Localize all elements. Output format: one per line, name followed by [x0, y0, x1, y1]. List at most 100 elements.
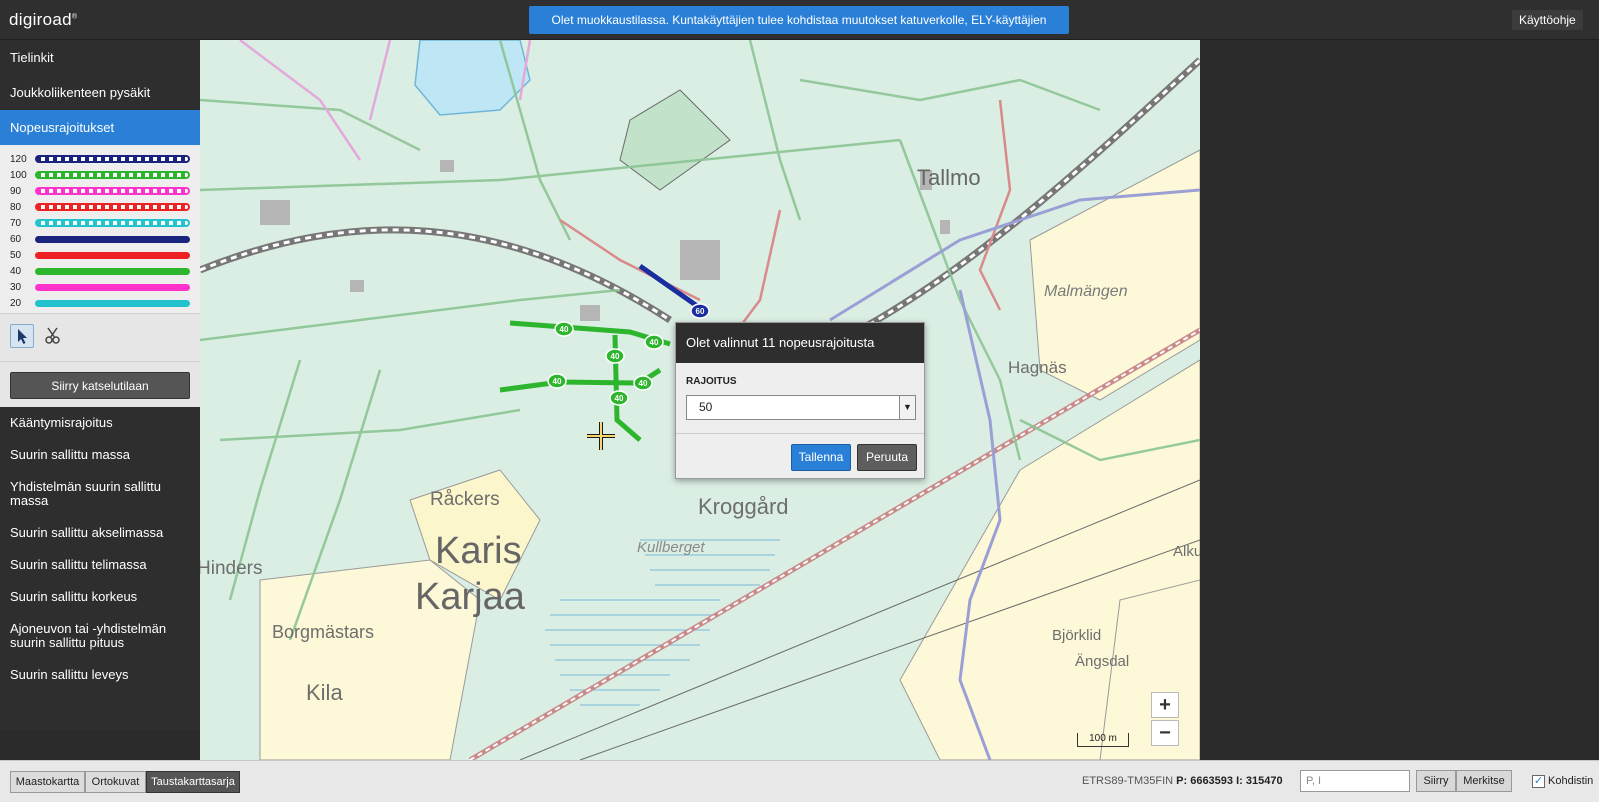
speed-sign-label: 40	[560, 325, 569, 334]
legend-row-90: 90	[10, 183, 190, 199]
legend-label: 20	[10, 297, 22, 309]
sidebar-item-max-axle-mass[interactable]: Suurin sallittu akselimassa	[0, 517, 200, 549]
sidebar-item-speed-limits[interactable]: Nopeusrajoitukset	[0, 110, 200, 145]
crosshair-label: Kohdistin	[1548, 775, 1594, 787]
legend-row-20: 20	[10, 295, 190, 311]
legend-row-120: 120	[10, 151, 190, 167]
place-label-hinders: Hinders	[200, 558, 263, 579]
speed-limit-select[interactable]: 50 ▼	[686, 395, 916, 420]
legend-color-bar	[35, 219, 190, 227]
speed-sign-marker[interactable]: 40	[644, 334, 664, 350]
right-panel-blank	[1200, 40, 1599, 760]
chevron-down-icon[interactable]: ▼	[899, 396, 915, 419]
i-coordinate-label: I:	[1236, 775, 1243, 787]
speed-limit-dialog: Olet valinnut 11 nopeusrajoitusta RAJOIT…	[675, 322, 925, 479]
save-button[interactable]: Tallenna	[791, 444, 851, 471]
sidebar-item-max-length[interactable]: Ajoneuvon tai -yhdistelmän suurin sallit…	[0, 613, 200, 659]
speed-sign-label: 40	[611, 352, 620, 361]
p-coordinate-value: 6663593	[1190, 775, 1234, 787]
speed-sign-marker[interactable]: 40	[547, 373, 567, 389]
place-label-hagnas: Hagnäs	[1008, 358, 1067, 377]
dialog-divider	[676, 433, 924, 434]
speed-sign-marker[interactable]: 40	[554, 321, 574, 337]
layer-orthophoto-button[interactable]: Ortokuvat	[85, 771, 146, 793]
crosshair-checkbox[interactable]: ✓	[1532, 775, 1545, 788]
legend-color-bar	[35, 299, 190, 307]
sidebar: Tielinkit Joukkoliikenteen pysäkit Nopeu…	[0, 40, 200, 730]
place-label-karjaa: Karjaa	[415, 576, 525, 618]
legend-color-bar	[35, 251, 190, 259]
speed-sign-label: 60	[696, 307, 705, 316]
legend-color-bar	[35, 171, 190, 179]
sidebar-item-turning-restriction[interactable]: Kääntymisrajoitus	[0, 407, 200, 439]
edit-tools	[0, 313, 200, 361]
scissors-icon	[45, 327, 60, 344]
legend-color-bar	[35, 155, 190, 163]
place-label-bjorklid: Björklid	[1052, 627, 1102, 644]
coordinate-readout: ETRS89-TM35FIN P: 6663593 I: 315470	[1082, 775, 1283, 787]
legend-row-80: 80	[10, 199, 190, 215]
sidebar-item-bus-stops[interactable]: Joukkoliikenteen pysäkit	[0, 75, 200, 110]
p-coordinate-label: P:	[1176, 775, 1188, 787]
place-label-malmangen: Malmängen	[1044, 283, 1128, 300]
sidebar-item-max-combination-mass[interactable]: Yhdistelmän suurin sallittu massa	[0, 471, 200, 517]
sidebar-item-max-mass[interactable]: Suurin sallittu massa	[0, 439, 200, 471]
legend-color-bar	[35, 267, 190, 275]
cut-tool-button[interactable]	[42, 324, 66, 348]
place-label-borgmastars: Borgmästars	[272, 622, 375, 642]
legend-label: 90	[10, 185, 22, 197]
speed-limit-label: RAJOITUS	[686, 376, 737, 387]
sidebar-item-max-height[interactable]: Suurin sallittu korkeus	[0, 581, 200, 613]
sidebar-item-max-bogie-mass[interactable]: Suurin sallittu telimassa	[0, 549, 200, 581]
legend-color-bar	[35, 203, 190, 211]
zoom-out-button[interactable]: −	[1151, 720, 1179, 746]
place-label-kullberget: Kullberget	[637, 539, 705, 556]
speed-sign-label: 40	[650, 338, 659, 347]
speed-sign-marker[interactable]: 40	[609, 390, 629, 406]
coordinate-input[interactable]: P, I	[1300, 770, 1410, 792]
scale-bar: 100 m	[1077, 733, 1129, 747]
place-label-rackers: Råckers	[430, 489, 500, 510]
sidebar-item-max-width[interactable]: Suurin sallittu leveys	[0, 659, 200, 691]
zoom-in-button[interactable]: +	[1151, 692, 1179, 718]
speed-limit-legend: 120 100 90 80 70 60 50 40 30 20	[0, 145, 200, 313]
place-label-tallmo: Tallmo	[917, 165, 981, 190]
sidebar-item-road-links[interactable]: Tielinkit	[0, 40, 200, 75]
edit-mode-notice: Olet muokkaustilassa. Kuntakäyttäjien tu…	[529, 6, 1069, 55]
select-tool-button[interactable]	[10, 324, 34, 348]
mark-coordinate-button[interactable]: Merkitse	[1456, 770, 1512, 792]
sidebar-top-nav: Tielinkit Joukkoliikenteen pysäkit Nopeu…	[0, 40, 200, 145]
legend-label: 80	[10, 201, 22, 213]
legend-row-70: 70	[10, 215, 190, 231]
legend-label: 60	[10, 233, 22, 245]
legend-label: 70	[10, 217, 22, 229]
speed-limit-value: 50	[699, 400, 713, 414]
speed-sign-label: 40	[615, 394, 624, 403]
bottom-bar: Maastokartta Ortokuvat Taustakarttasarja…	[0, 760, 1599, 802]
speed-sign-marker[interactable]: 40	[633, 375, 653, 391]
digiroad-logo[interactable]: digiroad®	[9, 10, 77, 30]
place-label-alku: Alku	[1173, 543, 1200, 560]
legend-label: 30	[10, 281, 22, 293]
place-label-angsdal: Ängsdal	[1075, 653, 1130, 670]
layer-terrain-map-button[interactable]: Maastokartta	[10, 771, 85, 793]
speed-sign-label: 40	[553, 377, 562, 386]
speed-sign-marker[interactable]: 40	[605, 348, 625, 364]
help-button[interactable]: Käyttöohje	[1512, 10, 1583, 30]
crosshair-icon	[587, 422, 615, 450]
place-label-karis: Karis	[435, 530, 522, 572]
layer-background-map-button[interactable]: Taustakarttasarja	[146, 771, 240, 793]
go-to-coordinate-button[interactable]: Siirry	[1416, 770, 1456, 792]
legend-row-100: 100	[10, 167, 190, 183]
coordinate-system: ETRS89-TM35FIN	[1082, 775, 1174, 787]
legend-row-30: 30	[10, 279, 190, 295]
pointer-icon	[18, 329, 27, 344]
legend-row-60: 60	[10, 231, 190, 247]
view-mode-button[interactable]: Siirry katselutilaan	[10, 372, 190, 399]
cancel-button[interactable]: Peruuta	[857, 444, 917, 471]
legend-label: 100	[10, 169, 27, 181]
speed-sign-marker-selected[interactable]: 60	[690, 303, 710, 319]
legend-label: 120	[10, 153, 27, 165]
top-bar: digiroad® Olet muokkaustilassa. Kuntakäy…	[0, 0, 1599, 55]
legend-row-40: 40	[10, 263, 190, 279]
